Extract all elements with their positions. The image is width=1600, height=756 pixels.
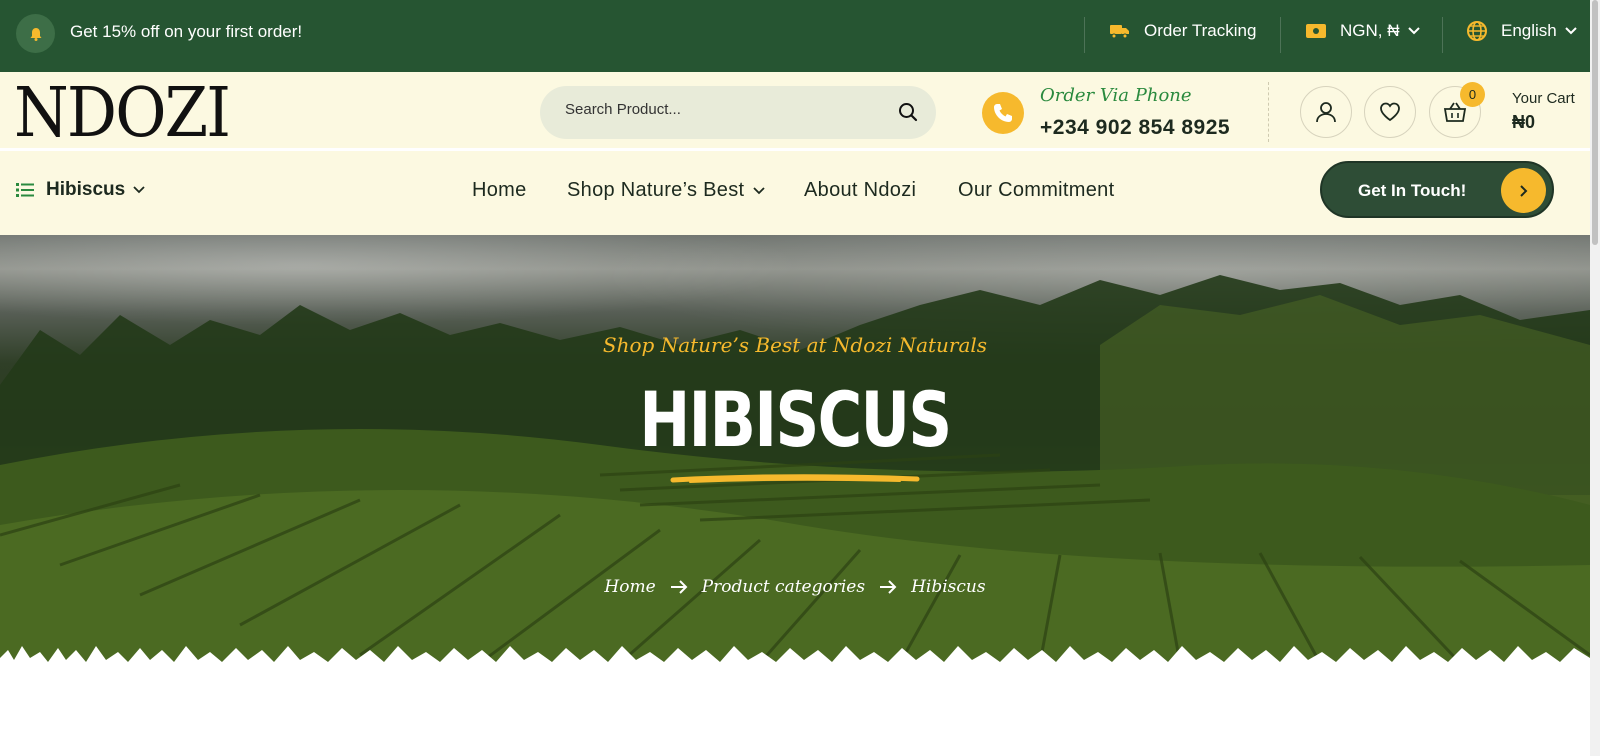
search-input[interactable] [565,101,875,118]
breadcrumb-current: Hibiscus [911,577,986,597]
hero-title: HIBISCUS [639,375,952,464]
phone-number[interactable]: +234 902 854 8925 [1040,116,1230,140]
divider [1280,17,1281,53]
cash-icon [1306,24,1326,38]
promo-text: Get 15% off on your first order! [70,22,303,41]
top-bar: Get 15% off on your first order! Order T… [0,0,1590,72]
cart-label: Your Cart [1512,90,1575,107]
nav-link-commitment[interactable]: Our Commitment [958,179,1114,202]
scrollbar-thumb[interactable] [1592,0,1598,245]
chevron-down-icon [1565,27,1577,35]
hero-tagline: Shop Nature’s Best at Ndozi Naturals [602,333,988,357]
user-icon [1316,102,1336,123]
divider [1084,17,1085,53]
page: Get 15% off on your first order! Order T… [0,0,1600,756]
globe-icon [1467,21,1487,41]
get-in-touch-button[interactable]: Get In Touch! [1320,161,1554,218]
nav-link-home[interactable]: Home [472,179,527,202]
wishlist-button[interactable] [1364,86,1416,138]
basket-icon [1443,102,1467,122]
language-label: English [1501,21,1557,40]
breadcrumb-categories[interactable]: Product categories [702,577,865,597]
bell-icon [16,14,55,53]
search-icon[interactable] [898,102,918,122]
order-tracking-link[interactable]: Order Tracking [1110,21,1256,41]
nav-link-about[interactable]: About Ndozi [804,179,916,202]
main-nav: Hibiscus Home Shop Nature’s Best About N… [0,151,1590,235]
chevron-down-icon [1407,27,1420,35]
breadcrumb: Home Product categories Hibiscus [0,577,1590,597]
logo[interactable]: NDOZI [14,80,231,148]
title-underline [670,474,920,483]
divider [1268,82,1269,142]
category-dropdown[interactable]: Hibiscus [16,179,145,201]
breadcrumb-home[interactable]: Home [604,577,655,597]
cart-count-badge: 0 [1460,82,1485,107]
truck-icon [1110,25,1129,39]
divider [1442,17,1443,53]
hero-banner: Shop Nature’s Best at Ndozi Naturals HIB… [0,235,1590,663]
account-button[interactable] [1300,86,1352,138]
arrow-right-icon [670,580,688,594]
chevron-down-icon [753,186,765,194]
phone-label: Order Via Phone [1040,85,1192,106]
heart-icon [1380,102,1400,122]
nav-link-shop[interactable]: Shop Nature’s Best [567,179,765,202]
phone-icon [982,92,1024,134]
search-bar [540,86,936,139]
currency-label: NGN, ₦ [1340,21,1400,40]
currency-selector[interactable]: NGN, ₦ [1306,21,1420,41]
chevron-right-icon [1501,168,1546,213]
order-tracking-label: Order Tracking [1144,21,1257,40]
language-selector[interactable]: English [1467,21,1577,41]
category-label: Hibiscus [46,179,126,200]
grass-divider [0,646,1590,670]
cart-amount: ₦0 [1512,112,1536,132]
arrow-right-icon [880,580,897,594]
chevron-down-icon [133,186,145,194]
nav-link-shop-label: Shop Nature’s Best [567,179,745,201]
list-icon [16,183,34,197]
header: NDOZI Order Via Phone +234 902 854 8925 … [0,72,1590,148]
get-in-touch-label: Get In Touch! [1358,181,1467,200]
